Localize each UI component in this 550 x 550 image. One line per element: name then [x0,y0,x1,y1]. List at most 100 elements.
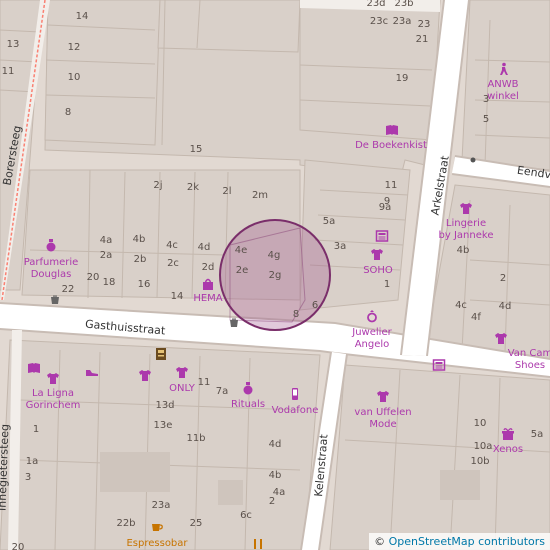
house-number: 12 [67,42,81,53]
atm-icon[interactable] [154,347,168,361]
attribution: © OpenStreetMap contributors [369,532,550,550]
shirt-icon[interactable] [494,331,508,345]
house-number: 8 [64,107,72,118]
poi-label-anwb[interactable]: ANWB winkel [487,79,519,102]
house-number: 22 [61,284,75,295]
house-number: 11 [197,377,211,388]
mobile-phone-icon[interactable] [288,387,302,401]
poi-label-lingerie[interactable]: Lingerie by Janneke [439,218,494,241]
food-icon[interactable] [251,537,265,550]
house-number: 3a [333,241,347,252]
perfume-icon[interactable] [241,381,255,395]
house-number: 14 [170,291,184,302]
shopping-bag-icon[interactable] [201,277,215,291]
poi-label-juwelier[interactable]: Juwelier Angelo [352,327,391,350]
house-number: 11 [384,180,398,191]
house-number: 4b [132,234,146,245]
house-number: 6 [311,300,319,311]
poi-label-rituals[interactable]: Rituals [231,399,265,411]
newspaper-icon[interactable] [375,229,389,243]
house-number: 13d [155,400,175,411]
house-number: 1a [25,456,39,467]
house-number: 16 [137,279,151,290]
gift-icon[interactable] [501,427,515,441]
house-number: 5a [530,429,544,440]
poi-label-only[interactable]: ONLY [169,383,195,395]
house-number: 14 [75,11,89,22]
shirt-icon[interactable] [376,389,390,403]
poi-label-parfumerie[interactable]: Parfumerie Douglas [24,257,79,280]
poi-label-espressobar[interactable]: Espressobar [126,538,187,550]
house-number: 4f [471,312,481,323]
house-number: 13 [6,39,20,50]
house-number: 5a [322,216,336,227]
shirt-icon[interactable] [46,371,60,385]
house-number: 10b [470,456,490,467]
house-number: 2a [99,250,113,261]
house-number: 15 [189,144,203,155]
house-number: 2l [222,186,232,197]
house-number: 6c [240,510,252,521]
poi-label-soho[interactable]: SOHO [363,265,393,277]
poi-label-van-uffelen[interactable]: van Uffelen Mode [354,407,411,430]
house-number: 4c [166,240,178,251]
house-number: 2d [201,262,215,273]
house-number: 21 [415,34,429,45]
house-number: 10a [473,441,493,452]
shirt-icon[interactable] [459,201,473,215]
shirt-icon[interactable] [175,365,189,379]
house-number: 7a [215,386,229,397]
house-number: 2 [268,496,276,507]
house-number: 9a [378,202,392,213]
poi-label-xenos[interactable]: Xenos [493,444,523,456]
house-number: 2g [268,270,282,281]
poi-label-vodafone[interactable]: Vodafone [272,405,319,417]
house-number: 20 [11,542,25,550]
house-number: 4d [197,242,211,253]
shoe-icon[interactable] [85,365,99,379]
house-number: 4d [498,301,512,312]
street-point-icon [470,157,484,171]
house-number: 4g [267,250,281,261]
perfume-icon[interactable] [44,238,58,252]
house-number: 23b [394,0,414,9]
house-number: 10 [473,418,487,429]
house-number: 2e [235,265,249,276]
shirt-icon[interactable] [138,368,152,382]
hiker-icon[interactable] [496,62,510,76]
newspaper-icon[interactable] [432,358,446,372]
house-number: 4d [268,439,282,450]
street-label-innegietersteeg: Innegietersteeg [0,423,12,512]
house-number: 4a [99,235,113,246]
house-number: 23c [369,16,389,27]
poi-label-la-ligna[interactable]: La Ligna Gorinchem [26,388,81,411]
map-canvas[interactable]: Gasthuisstraat Borersteeg Arkelstraat Ee… [0,0,550,550]
house-number: 8 [292,309,300,320]
waste-basket-icon[interactable] [229,318,243,332]
coffee-icon[interactable] [150,520,164,534]
house-number: 2c [167,258,179,269]
book-icon[interactable] [385,123,399,137]
shirt-icon[interactable] [370,247,384,261]
house-number: 25 [189,518,203,529]
house-number: 5 [482,114,490,125]
copyright-symbol: © [374,534,386,548]
house-number: 23a [392,16,412,27]
poi-label-van-cam[interactable]: Van Cam Shoes [508,348,550,371]
house-number: 2j [153,180,163,191]
attribution-link[interactable]: OpenStreetMap contributors [389,535,545,548]
poi-label-boekenkist[interactable]: De Boekenkist [355,140,427,152]
book-icon[interactable] [27,361,41,375]
house-number: 13e [153,420,173,431]
ring-icon[interactable] [365,309,379,323]
house-number: 4e [234,245,248,256]
house-number: 2 [499,273,507,284]
waste-basket-icon[interactable] [50,295,64,309]
house-number: 2m [251,190,269,201]
house-number: 2k [186,182,200,193]
house-number: 23a [151,500,171,511]
poi-label-hema[interactable]: HEMA [193,293,222,305]
house-number: 22b [116,518,136,529]
house-number: 4b [456,245,470,256]
house-number: 2b [133,254,147,265]
